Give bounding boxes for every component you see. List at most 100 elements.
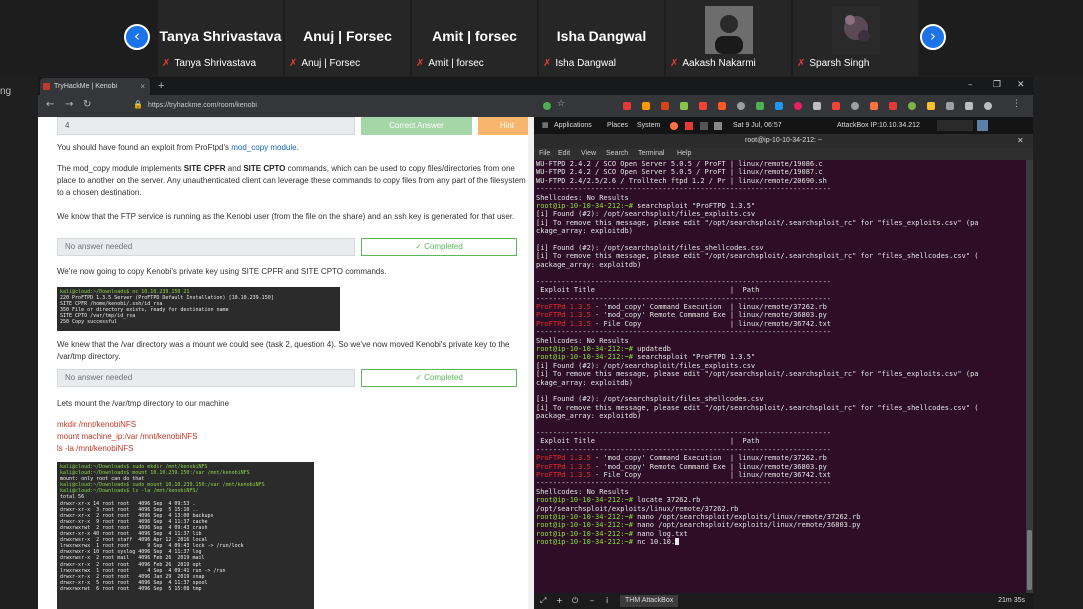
sidebar-icon[interactable] [965,102,973,110]
answer-field[interactable]: No answer needed [57,238,355,256]
terminal-line: root@ip-10-10-34-212:~# locate 37262.rb [536,496,701,505]
terminal-line: ----------------------------------------… [536,479,832,488]
menu-icon[interactable]: ⋮ [1012,99,1021,109]
terminal-line: ----------------------------------------… [536,328,832,337]
firefox-icon[interactable] [670,122,678,130]
new-tab-button[interactable]: + [158,77,164,95]
extension-icon[interactable] [661,102,669,110]
browser-tab[interactable]: TryHackMe | Kenobi × [40,78,150,95]
session-timer: 21m 35s [998,597,1025,604]
correct-answer-button[interactable]: Correct Answer [361,117,472,135]
minimize-icon[interactable]: – [968,80,973,90]
terminal-line: ----------------------------------------… [536,185,832,194]
star-icon[interactable]: ☆ [557,99,565,109]
menu-help[interactable]: Help [677,148,691,160]
system-menu[interactable]: System [637,117,660,134]
extension-icon[interactable] [775,102,783,110]
clipboard-icon[interactable] [977,120,988,131]
next-participants-button[interactable]: › [920,24,946,50]
menu-file[interactable]: File [539,148,550,160]
back-icon[interactable]: ← [46,99,54,110]
extension-icon[interactable] [870,102,878,110]
terminal-output[interactable]: WU-FTPD 2.4.2 / SCO Open Server 5.0.5 / … [534,160,1026,593]
participant-tile[interactable]: ✗ Aakash Nakarmi [666,0,791,76]
extension-icon[interactable] [908,102,916,110]
mod-copy-link[interactable]: mod_copy module [231,143,296,152]
paragraph: We knew that the /var directory was a mo… [57,340,510,361]
desktop-top-panel: ▦ Applications Places System Sat 9 Jul, … [534,117,1033,134]
menu-terminal[interactable]: Terminal [638,148,664,160]
participant-label: Sparsh Singh [809,58,870,69]
participant-tile[interactable]: Amit | forsec ✗ Amit | forsec [412,0,537,76]
url-bar[interactable]: https://tryhackme.com/room/kenobi [148,99,548,113]
participant-tile[interactable]: ✗ Sparsh Singh [793,0,918,76]
answer-field[interactable]: No answer needed [57,369,355,387]
forward-icon[interactable]: → [65,99,73,110]
completed-button[interactable]: ✓ Completed [361,238,517,256]
extension-icon[interactable] [623,102,631,110]
extension-icon[interactable] [642,102,650,110]
mic-muted-icon: ✗ [162,58,171,69]
scroll-thumb[interactable] [1027,530,1032,590]
menu-view[interactable]: View [581,148,596,160]
terminal-launcher-icon[interactable] [700,122,708,130]
participant-label: Tanya Shrivastava [174,58,257,69]
close-window-icon[interactable]: ✕ [1017,80,1025,90]
hint-button[interactable]: Hint [478,117,534,135]
extension-icon[interactable] [718,102,726,110]
extension-icon[interactable] [756,102,764,110]
menu-edit[interactable]: Edit [558,148,570,160]
tryhackme-favicon-icon [43,83,50,90]
thm-attackbox-label[interactable]: THM AttackBox [620,595,679,607]
extension-icon[interactable] [851,102,859,110]
extension-icon[interactable] [794,102,802,110]
launcher-icon[interactable] [685,122,693,130]
applications-menu-icon: ▦ [542,121,549,129]
minimize-pane-icon[interactable]: – [590,593,594,609]
extension-icon[interactable] [889,102,897,110]
profile-icon[interactable] [984,102,992,110]
participant-name: Tanya Shrivastava [159,28,282,44]
launcher-icon[interactable] [714,122,722,130]
maximize-icon[interactable]: ❐ [993,80,1001,90]
answer-field[interactable]: 4 [57,117,355,135]
participant-tile[interactable]: Tanya Shrivastava ✗ Tanya Shrivastava [158,0,283,76]
extension-icon[interactable] [737,102,745,110]
info-icon[interactable]: i [606,593,608,609]
extension-icon[interactable] [927,102,935,110]
participant-label: Anuj | Forsec [301,58,361,69]
paragraph: We know that the FTP service is running … [57,212,515,221]
puzzle-icon[interactable] [946,102,954,110]
command-text: ls -la /mnt/kenobiNFS [57,444,134,453]
previous-participants-button[interactable]: ‹ [124,24,150,50]
completed-button[interactable]: ✓ Completed [361,369,517,387]
reload-icon[interactable]: ↻ [83,99,91,110]
terminal-line: Shellcodes: No Results [536,193,629,202]
terminal-line: root@ip-10-10-34-212:~# searchsploit "Pr… [536,353,756,362]
terminal-menu-bar: File Edit View Search Terminal Help [534,148,1033,160]
tab-close-icon[interactable]: × [140,78,145,95]
paragraph: We're now going to copy Kenobi's private… [57,267,387,276]
participant-name: Anuj | Forsec [303,28,392,44]
participant-tile[interactable]: Isha Dangwal ✗ Isha Dangwal [539,0,664,76]
participant-tile[interactable]: Anuj | Forsec ✗ Anuj | Forsec [285,0,410,76]
paragraph: The mod_copy module implements SITE CPFR… [57,164,526,197]
extension-icon[interactable] [699,102,707,110]
power-icon[interactable]: ⏻ [572,593,578,609]
clock: Sat 9 Jul, 06:57 [733,122,782,129]
meeting-participant-strip: ‹ Tanya Shrivastava ✗ Tanya Shrivastava A… [0,0,1083,76]
add-icon[interactable]: + [556,593,563,609]
terminal-line: ckage_array: exploitdb) [536,378,633,387]
extension-icon[interactable] [832,102,840,110]
terminal-close-icon[interactable]: ✕ [1017,134,1024,148]
lock-icon[interactable]: 🔒 [133,100,143,109]
fullscreen-icon[interactable]: ⤢ [540,593,546,609]
menu-search[interactable]: Search [606,148,628,160]
terminal-screenshot: kali@cloud:~/Downloads$ sudo mkdir /mnt/… [57,462,314,609]
places-menu[interactable]: Places [607,117,628,134]
extension-icon[interactable] [680,102,688,110]
applications-menu[interactable]: Applications [554,117,592,134]
extension-icon[interactable] [813,102,821,110]
terminal-scrollbar[interactable] [1026,160,1033,593]
